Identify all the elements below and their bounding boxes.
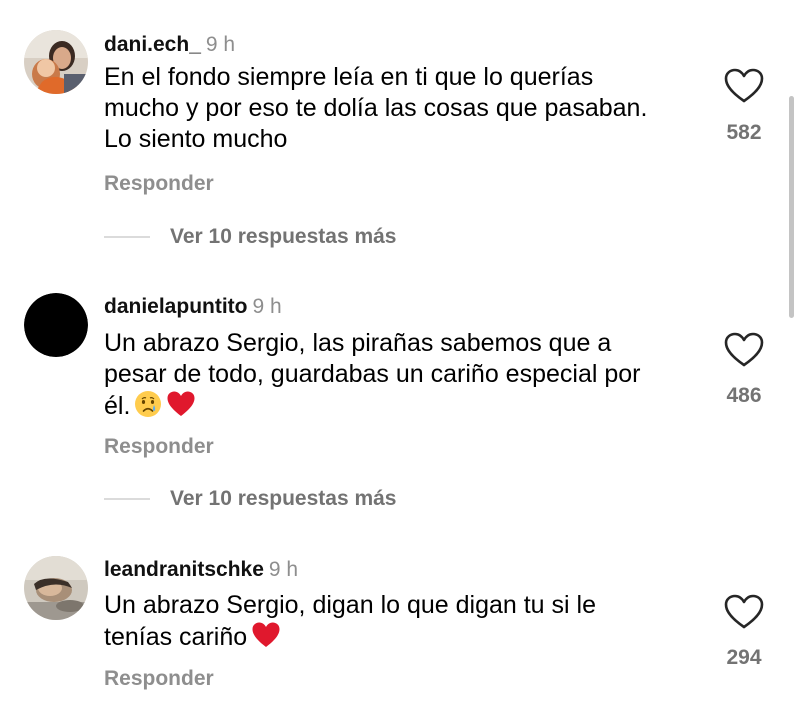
comment-username[interactable]: leandranitschke	[104, 558, 264, 581]
comment-meta: leandranitschke 9 h	[104, 557, 298, 583]
like-count: 582	[726, 121, 762, 144]
comment-time: 9 h	[252, 295, 282, 318]
view-replies-divider	[104, 236, 150, 238]
like-button[interactable]	[722, 330, 766, 370]
user-avatar[interactable]	[24, 30, 88, 94]
comment-text-line: mucho y por eso te dolía las cosas que p…	[104, 94, 648, 122]
user-avatar[interactable]	[24, 293, 88, 357]
comment-username[interactable]: danielapuntito	[104, 295, 248, 318]
user-photo-avatar-icon	[24, 556, 88, 620]
view-replies-button[interactable]: Ver 10 respuestas más	[104, 486, 397, 512]
comment-text-line: Lo siento mucho	[104, 125, 288, 153]
comment-meta: danielapuntito 9 h	[104, 294, 282, 320]
like-count: 294	[726, 646, 762, 669]
view-replies-button[interactable]: Ver 10 respuestas más	[104, 224, 397, 250]
view-replies-divider	[104, 498, 150, 500]
comment-text: Un abrazo Sergio, las pirañas sabemos qu…	[104, 328, 714, 426]
reply-button[interactable]: Responder	[104, 435, 214, 459]
reply-button[interactable]: Responder	[104, 667, 214, 691]
comment-text-line: En el fondo siempre leía en ti que lo qu…	[104, 63, 594, 91]
comment-text: Un abrazo Sergio, digan lo que digan tu …	[104, 590, 714, 657]
comment-text-line: Un abrazo Sergio, digan lo que digan tu …	[104, 591, 596, 619]
heart-outline-icon	[724, 68, 764, 103]
user-avatar[interactable]	[24, 556, 88, 620]
comment-text-line-with-emoji: él.	[104, 390, 714, 426]
comment-text-line-with-emoji: tenías cariño	[104, 621, 714, 657]
comment-text-line: Un abrazo Sergio, las pirañas sabemos qu…	[104, 329, 612, 357]
comment-username[interactable]: dani.ech_	[104, 33, 201, 56]
like-count: 486	[726, 384, 762, 407]
like-button[interactable]	[722, 66, 766, 106]
red-heart-emoji-icon	[166, 390, 196, 426]
comment-time: 9 h	[268, 558, 299, 581]
black-circle-avatar-icon	[24, 293, 88, 357]
heart-outline-icon	[724, 332, 764, 367]
red-heart-emoji-icon	[251, 621, 281, 657]
comment-text-line: pesar de todo, guardabas un cariño espec…	[104, 360, 641, 388]
comment-text: En el fondo siempre leía en ti que lo qu…	[104, 62, 714, 155]
crying-face-emoji-icon	[134, 390, 162, 426]
heart-outline-icon	[724, 594, 764, 629]
user-photo-avatar-icon	[24, 30, 88, 94]
reply-button[interactable]: Responder	[104, 172, 214, 196]
scrollbar[interactable]	[789, 96, 794, 318]
like-button[interactable]	[722, 592, 766, 632]
view-replies-label: Ver 10 respuestas más	[170, 225, 397, 248]
comment-text-line: él.	[104, 392, 131, 420]
comment-meta: dani.ech_ 9 h	[104, 32, 235, 58]
view-replies-label: Ver 10 respuestas más	[170, 487, 397, 510]
comment-time: 9 h	[205, 33, 236, 56]
comment-text-line: tenías cariño	[104, 623, 248, 651]
